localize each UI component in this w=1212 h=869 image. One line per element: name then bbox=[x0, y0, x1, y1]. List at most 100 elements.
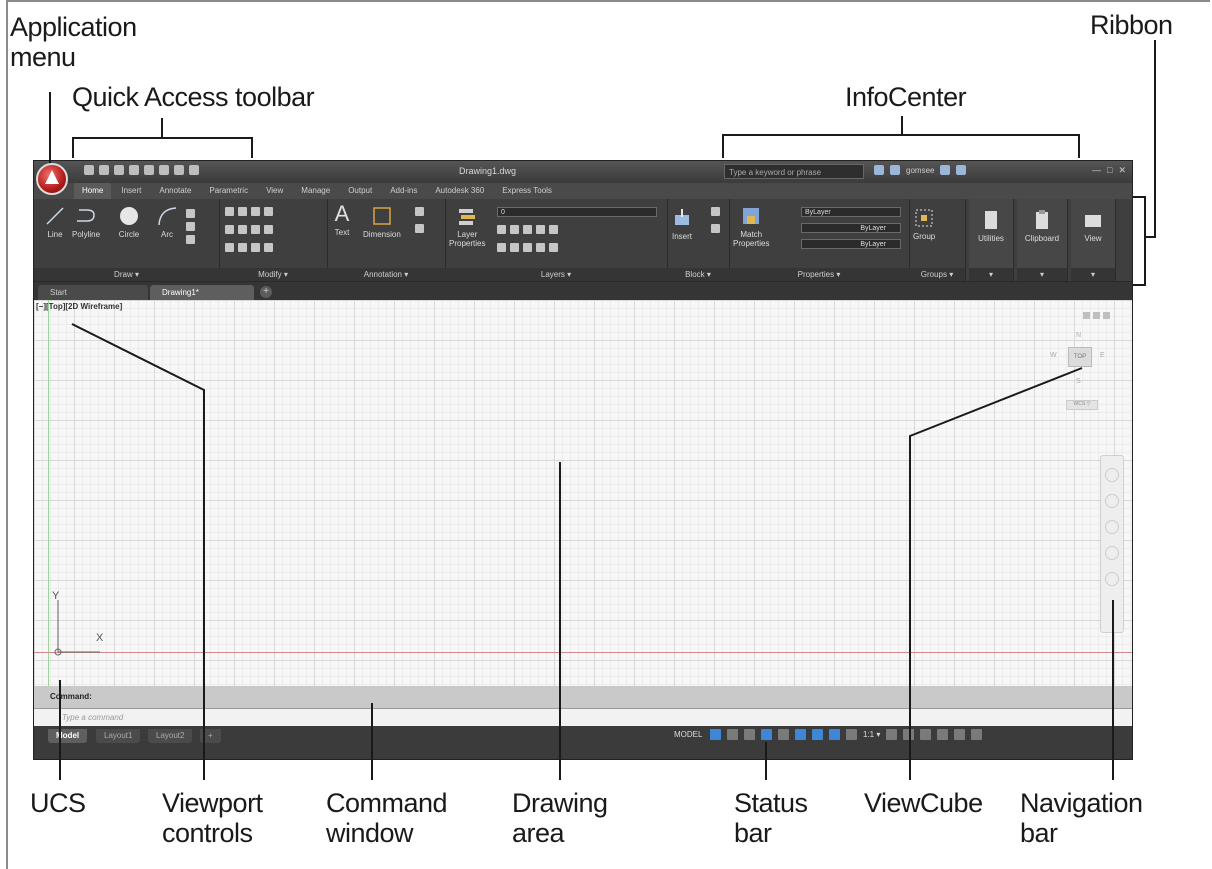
groups-panel-title[interactable]: Groups ▾ bbox=[909, 268, 965, 281]
save-icon[interactable] bbox=[114, 165, 124, 175]
layout-tab-layout2[interactable]: Layout2 bbox=[148, 729, 193, 743]
doc-tab-start[interactable]: Start bbox=[38, 285, 148, 300]
color-dropdown[interactable]: ByLayer bbox=[801, 207, 901, 217]
vp-minimize-icon[interactable] bbox=[1083, 312, 1090, 319]
viewcube[interactable]: N W TOP E S WCS ▽ bbox=[1044, 312, 1114, 422]
mirror-icon[interactable] bbox=[238, 225, 247, 234]
layer-unlock-icon[interactable] bbox=[536, 243, 545, 252]
search-icon[interactable] bbox=[874, 165, 884, 175]
new-tab-icon[interactable]: + bbox=[260, 286, 272, 298]
tab-autodesk-360[interactable]: Autodesk 360 bbox=[427, 183, 492, 199]
zoom-icon[interactable] bbox=[1105, 520, 1119, 534]
layer-properties-tool[interactable]: Layer Properties bbox=[449, 205, 485, 248]
draw-panel-title[interactable]: Draw ▾ bbox=[34, 268, 219, 281]
annotation-scale[interactable]: 1:1 ▾ bbox=[863, 730, 880, 739]
layout-tab-model[interactable]: Model bbox=[48, 729, 88, 743]
doc-tab-drawing1[interactable]: Drawing1* bbox=[150, 285, 254, 300]
circle-tool[interactable]: Circle bbox=[118, 205, 140, 239]
viewcube-east[interactable]: E bbox=[1100, 352, 1105, 359]
line-tool[interactable]: Line bbox=[44, 205, 66, 239]
leader-icon[interactable] bbox=[415, 207, 424, 216]
command-input[interactable]: Type a command bbox=[62, 713, 123, 722]
layer-off-icon[interactable] bbox=[497, 225, 506, 234]
offset-icon[interactable] bbox=[264, 243, 273, 252]
utilities-tool[interactable]: Utilities bbox=[973, 209, 1009, 243]
create-block-icon[interactable] bbox=[711, 207, 720, 216]
tab-view[interactable]: View bbox=[258, 183, 291, 199]
tab-annotate[interactable]: Annotate bbox=[151, 183, 199, 199]
open-icon[interactable] bbox=[99, 165, 109, 175]
arc-tool[interactable]: Arc bbox=[156, 205, 178, 239]
rotate-icon[interactable] bbox=[238, 207, 247, 216]
annotation-panel-title[interactable]: Annotation ▾ bbox=[327, 268, 445, 281]
layer-match-icon[interactable] bbox=[549, 225, 558, 234]
layer-unisolate-icon[interactable] bbox=[510, 243, 519, 252]
linetype-dropdown[interactable]: ByLayer bbox=[801, 223, 901, 233]
dimension-tool[interactable]: Dimension bbox=[363, 205, 401, 239]
clipboard-tool[interactable]: Clipboard bbox=[1021, 209, 1063, 243]
group-tool[interactable]: Group bbox=[913, 207, 935, 241]
polar-icon[interactable] bbox=[761, 729, 772, 740]
user-name[interactable]: gomsee bbox=[906, 166, 934, 175]
layout-tab-layout1[interactable]: Layout1 bbox=[96, 729, 141, 743]
isodraft-icon[interactable] bbox=[778, 729, 789, 740]
exchange-icon[interactable] bbox=[940, 165, 951, 175]
layer-isolate-icon[interactable] bbox=[510, 225, 519, 234]
stretch-icon[interactable] bbox=[225, 243, 234, 252]
snap-icon[interactable] bbox=[727, 729, 738, 740]
layer-dropdown[interactable]: 0 bbox=[497, 207, 657, 217]
ellipse-icon[interactable] bbox=[186, 222, 195, 231]
command-line[interactable]: Type a command bbox=[34, 708, 1132, 727]
layer-current-icon[interactable] bbox=[549, 243, 558, 252]
save-as-icon[interactable] bbox=[129, 165, 139, 175]
tab-express-tools[interactable]: Express Tools bbox=[494, 183, 560, 199]
object-snap-tracking-icon[interactable] bbox=[795, 729, 806, 740]
trim-icon[interactable] bbox=[251, 207, 260, 216]
minimize-icon[interactable]: — bbox=[1092, 165, 1101, 176]
viewcube-west[interactable]: W bbox=[1050, 352, 1057, 359]
layer-freeze-icon[interactable] bbox=[523, 225, 532, 234]
erase-icon[interactable] bbox=[264, 207, 273, 216]
move-icon[interactable] bbox=[225, 207, 234, 216]
tab-output[interactable]: Output bbox=[340, 183, 380, 199]
viewcube-south[interactable]: S bbox=[1076, 378, 1081, 385]
view-panel-title[interactable]: ▾ bbox=[1071, 268, 1115, 281]
hardware-acceleration-icon[interactable] bbox=[937, 729, 949, 740]
application-menu-button[interactable] bbox=[36, 163, 68, 195]
plus-icon[interactable] bbox=[903, 729, 915, 740]
annotation-visibility-icon[interactable] bbox=[829, 729, 840, 740]
tab-manage[interactable]: Manage bbox=[293, 183, 338, 199]
maximize-icon[interactable]: □ bbox=[1107, 165, 1112, 176]
hatch-icon[interactable] bbox=[186, 235, 195, 244]
auto-scale-icon[interactable] bbox=[846, 729, 857, 740]
match-properties-tool[interactable]: Match Properties bbox=[733, 205, 769, 248]
polyline-tool[interactable]: Polyline bbox=[72, 205, 100, 239]
explode-icon[interactable] bbox=[264, 225, 273, 234]
rectangle-icon[interactable] bbox=[186, 209, 195, 218]
redo-icon[interactable] bbox=[174, 165, 184, 175]
clipboard-panel-title[interactable]: ▾ bbox=[1017, 268, 1067, 281]
scale-icon[interactable] bbox=[238, 243, 247, 252]
modify-panel-title[interactable]: Modify ▾ bbox=[219, 268, 327, 281]
infocenter-search-input[interactable]: Type a keyword or phrase bbox=[724, 164, 864, 179]
copy-icon[interactable] bbox=[225, 225, 234, 234]
layer-on-icon[interactable] bbox=[497, 243, 506, 252]
lineweight-dropdown[interactable]: ByLayer bbox=[801, 239, 901, 249]
view-tool[interactable]: View bbox=[1075, 209, 1111, 243]
object-snap-icon[interactable] bbox=[812, 729, 823, 740]
text-tool[interactable]: A Text bbox=[331, 203, 353, 238]
close-icon[interactable]: ✕ bbox=[1118, 165, 1126, 176]
viewcube-top-face[interactable]: TOP bbox=[1068, 347, 1092, 367]
utilities-panel-title[interactable]: ▾ bbox=[969, 268, 1013, 281]
wcs-menu[interactable]: WCS ▽ bbox=[1066, 400, 1098, 410]
model-space-indicator[interactable]: MODEL bbox=[674, 730, 702, 739]
tab-add-ins[interactable]: Add-ins bbox=[382, 183, 425, 199]
viewcube-north[interactable]: N bbox=[1076, 332, 1081, 339]
workspace-gear-icon[interactable] bbox=[886, 729, 898, 740]
insert-tool[interactable]: Insert bbox=[671, 207, 693, 241]
plot-icon[interactable] bbox=[144, 165, 154, 175]
table-icon[interactable] bbox=[415, 224, 424, 233]
vp-restore-icon[interactable] bbox=[1093, 312, 1100, 319]
orbit-icon[interactable] bbox=[1105, 546, 1119, 560]
ortho-icon[interactable] bbox=[744, 729, 755, 740]
